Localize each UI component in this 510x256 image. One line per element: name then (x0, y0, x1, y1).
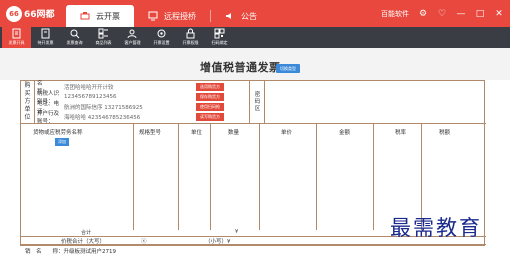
toolbar-query[interactable]: 发票查询 (60, 27, 89, 48)
divider (249, 81, 250, 123)
watermark-text: 最需教育 (390, 216, 482, 240)
toolbar-label: 待开发票 (37, 40, 54, 45)
tab-cloud-invoice[interactable]: 云开票 (66, 5, 134, 27)
toolbar-label: 开票设置 (153, 40, 170, 45)
field-label: 名 称： (36, 249, 64, 255)
buyer-address-row: 地址、电话： 航洲的国际信序 13271586925 使用扫码枪 (37, 101, 247, 115)
tab-notice[interactable]: 公告 (211, 5, 271, 27)
divider (21, 244, 486, 245)
divider (21, 123, 486, 124)
app-logo: 66 66网都 (6, 5, 56, 22)
buyer-char: 购 (24, 82, 31, 89)
close-icon[interactable]: ✕ (494, 9, 504, 19)
toolbar-label: 开票权限 (182, 40, 199, 45)
address-field[interactable]: 航洲的国际信序 13271586925 (64, 103, 184, 111)
toolbar-label: 扫码绑定 (211, 40, 228, 45)
toolbar-issue-invoice[interactable]: 发票开具 (2, 27, 31, 48)
divider (210, 123, 211, 230)
toolbar-pending[interactable]: 待开发票 (31, 27, 60, 48)
logo-mark: 66 (6, 5, 22, 22)
col-spec: 规格型号 (139, 130, 162, 136)
toolbar-label: 发票开具 (8, 40, 25, 45)
buyer-char: 买 (24, 90, 31, 97)
divider (133, 123, 134, 230)
toolbar-label: 商品列表 (95, 40, 112, 45)
customer-icon (127, 29, 137, 39)
title-bar: 66 66网都 云开票 远程授桥 公告 百能软件 ⚙ ♡ — □ ✕ (0, 0, 510, 27)
remote-icon (148, 11, 158, 21)
pwd-char: 密 (254, 91, 261, 98)
total-yen: ¥ (235, 229, 239, 235)
pwd-char: 区 (254, 105, 261, 112)
select-buyer-button[interactable]: 选用购货方 (196, 83, 224, 91)
tab-label: 远程授桥 (164, 11, 196, 21)
col-price: 单价 (281, 130, 293, 136)
col-unit: 单位 (191, 130, 203, 136)
bank-field[interactable]: 海哈哈哈 423546785236456 (64, 113, 184, 121)
qr-icon (214, 28, 225, 39)
invoice-icon (12, 28, 21, 39)
buyer-char: 单 (24, 106, 31, 113)
toolbar: 发票开具 待开发票 发票查询 商品列表 客户管理 开票设置 开票权限 扫码绑定 (0, 27, 510, 48)
switch-type-button[interactable]: 切换类型 (276, 64, 300, 73)
add-item-button[interactable]: 添加 (55, 138, 69, 146)
toolbar-customer[interactable]: 客户管理 (118, 27, 147, 48)
seller-label: 销 (25, 249, 31, 255)
col-goods-name: 货物或应税劳务名称 (33, 130, 83, 136)
buyer-char: 方 (24, 98, 31, 105)
col-tax: 税额 (439, 130, 451, 136)
col-qty: 数量 (228, 130, 240, 136)
pending-icon (41, 28, 50, 39)
total-label: 合计 (81, 230, 92, 236)
tab-label: 公告 (241, 11, 257, 21)
pwd-char: 码 (254, 98, 261, 105)
password-area-label: 密码区 (251, 81, 265, 123)
divider (316, 123, 317, 230)
tab-remote[interactable]: 远程授桥 (134, 5, 210, 27)
tax-id-field[interactable]: 123456789123456 (64, 94, 184, 100)
search-icon (70, 29, 80, 39)
tab-label: 云开票 (96, 11, 120, 21)
toolbar-label: 发票查询 (66, 40, 83, 45)
seller-row: 销 名 称：升级板测试用户2719 (25, 247, 116, 255)
invoice-title: 增值税普通发票 (200, 61, 281, 74)
chat-icon[interactable]: ♡ (437, 9, 447, 19)
lock-icon (186, 28, 195, 39)
buyer-name-row: 名 称： 活团哈哈哈开开计较 选用购货方 (37, 81, 247, 95)
read-buyer-button[interactable]: 读写购货方 (196, 113, 224, 121)
col-tax-rate: 税率 (395, 130, 407, 136)
brand-name: 百能软件 (381, 9, 409, 18)
printer-icon (80, 12, 90, 20)
gear-icon (157, 29, 166, 38)
settings-icon[interactable]: ⚙ (418, 9, 428, 19)
toolbar-qr[interactable]: 扫码绑定 (205, 27, 234, 48)
minimize-icon[interactable]: — (456, 9, 466, 19)
goods-icon (98, 28, 108, 39)
buyer-name-field[interactable]: 活团哈哈哈开开计较 (64, 83, 184, 91)
buyer-bank-row: 开户行及账号： 海哈哈哈 423546785236456 读写购货方 (37, 111, 247, 125)
maximize-icon[interactable]: □ (475, 9, 485, 19)
scan-gun-button[interactable]: 使用扫码枪 (196, 103, 224, 111)
speaker-icon (226, 13, 231, 19)
col-amount: 金额 (339, 130, 351, 136)
logo-text: 66网都 (24, 10, 55, 20)
divider (373, 123, 374, 230)
buyer-char: 位 (24, 114, 31, 121)
toolbar-settings[interactable]: 开票设置 (147, 27, 176, 48)
seller-name-field[interactable]: 升级板测试用户2719 (64, 249, 117, 255)
toolbar-label: 客户管理 (124, 40, 141, 45)
divider (259, 123, 260, 230)
divider (178, 123, 179, 230)
buyer-taxid-row: 纳税人识别号： 123456789123456 保存购货方 (37, 91, 247, 105)
save-buyer-button[interactable]: 保存购货方 (196, 93, 224, 101)
buyer-label: 购买方单位 (21, 81, 35, 123)
toolbar-permission[interactable]: 开票权限 (176, 27, 205, 48)
toolbar-goods[interactable]: 商品列表 (89, 27, 118, 48)
